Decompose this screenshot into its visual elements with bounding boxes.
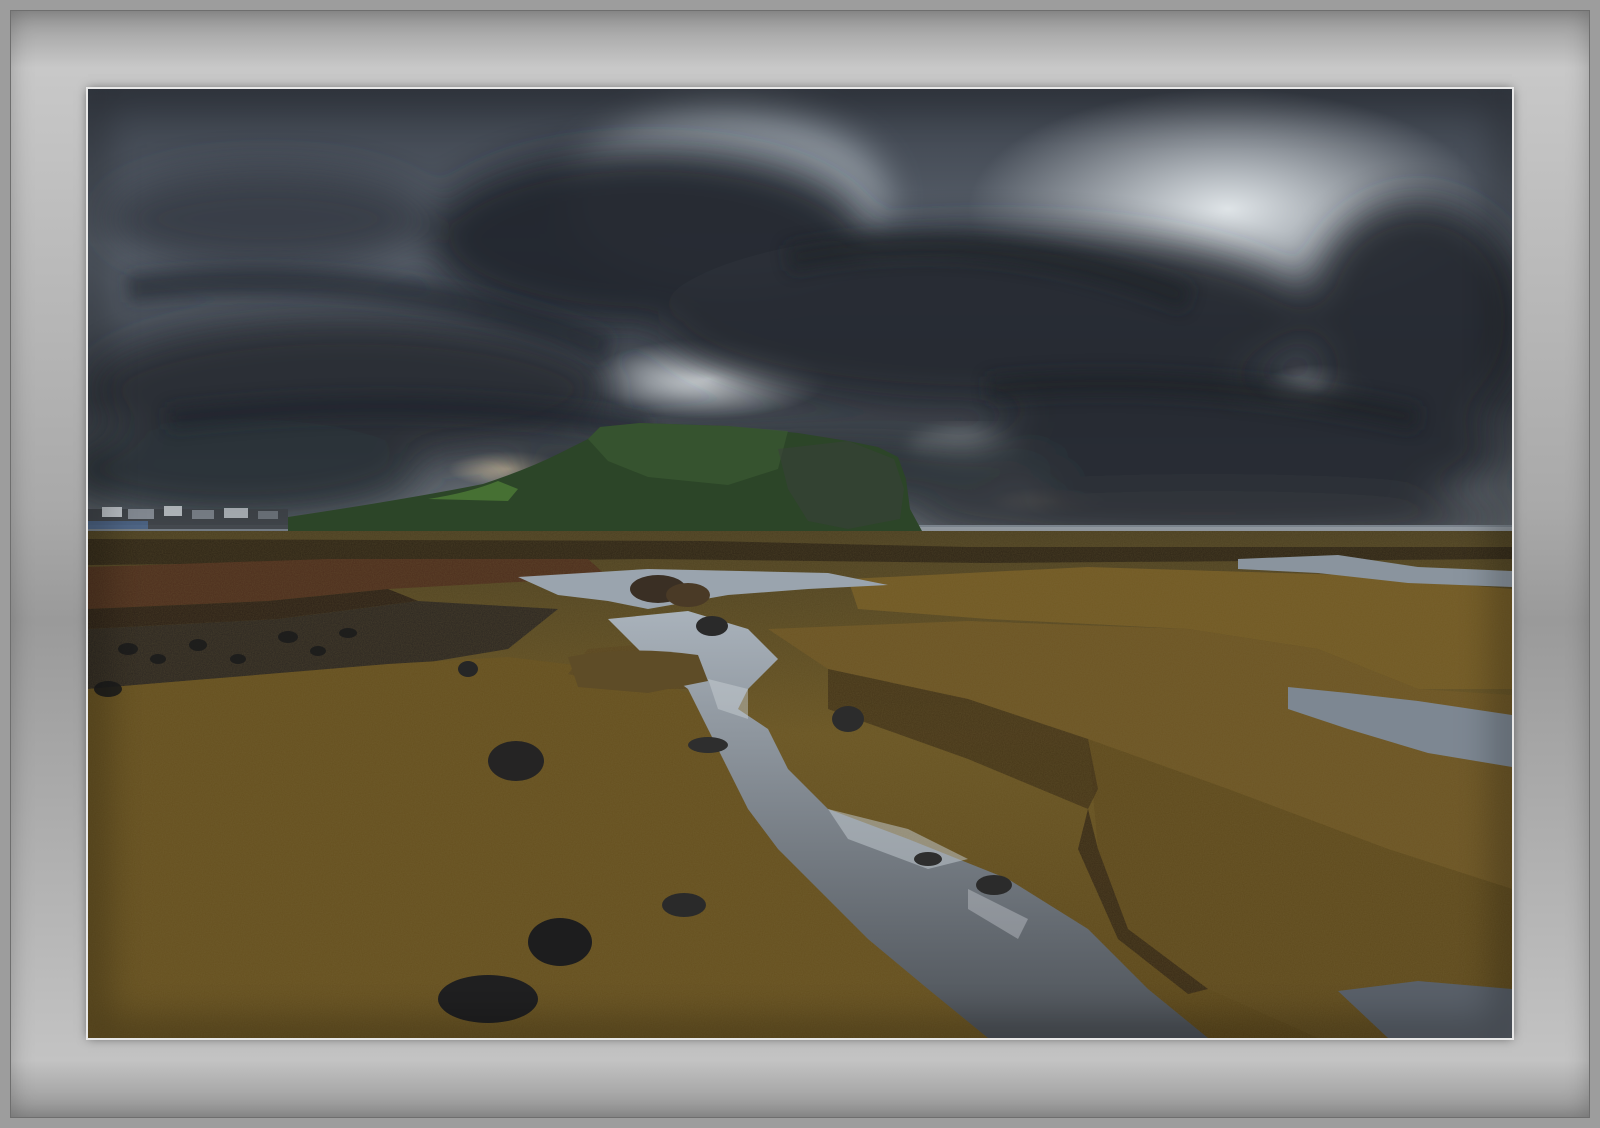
landscape-photo xyxy=(86,87,1514,1040)
coastal-town xyxy=(88,506,288,529)
